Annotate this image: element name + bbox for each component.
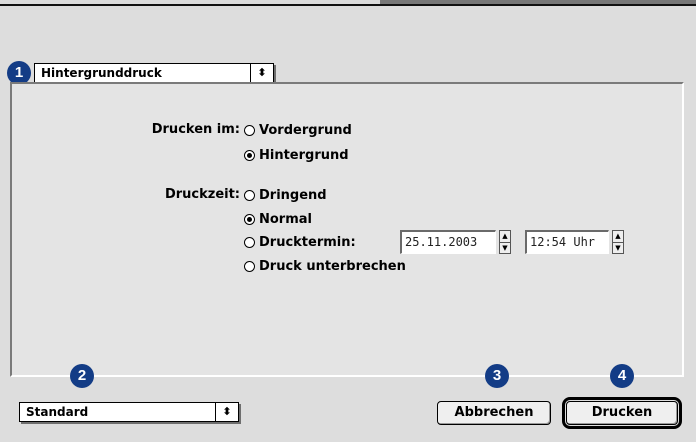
date-stepper-up-icon[interactable]: ▲	[500, 231, 510, 243]
radio-normal-label: Normal	[259, 211, 312, 227]
radio-background-dot	[244, 149, 255, 161]
radio-background[interactable]: Hintergrund	[244, 146, 349, 164]
date-stepper-down-icon[interactable]: ▼	[500, 243, 510, 254]
print-time-field[interactable]: 12:54 Uhr	[525, 230, 609, 254]
preset-popup[interactable]: Standard ⬍	[19, 402, 239, 422]
preset-popup-label: Standard	[26, 405, 89, 419]
callout-badge-3: 3	[485, 364, 509, 388]
print-button[interactable]: Drucken	[562, 397, 682, 429]
radio-pause-print[interactable]: Druck unterbrechen	[244, 257, 406, 275]
radio-normal[interactable]: Normal	[244, 210, 312, 228]
radio-pause-print-dot	[244, 260, 255, 272]
radio-urgent-label: Dringend	[259, 187, 327, 203]
time-stepper-down-icon[interactable]: ▼	[613, 243, 623, 254]
radio-foreground-label: Vordergrund	[259, 122, 352, 138]
radio-print-date-label: Drucktermin:	[259, 234, 356, 250]
print-location-label: Drucken im:	[151, 122, 240, 137]
callout-badge-2: 2	[70, 364, 94, 388]
date-stepper[interactable]: ▲ ▼	[499, 230, 511, 254]
radio-print-date-dot	[244, 236, 255, 248]
radio-urgent-dot	[244, 189, 255, 201]
time-stepper[interactable]: ▲ ▼	[612, 230, 624, 254]
radio-background-label: Hintergrund	[259, 147, 349, 163]
callout-badge-4: 4	[610, 364, 634, 388]
popup-arrows-icon: ⬍	[215, 403, 238, 421]
radio-foreground[interactable]: Vordergrund	[244, 121, 352, 139]
radio-pause-print-label: Druck unterbrechen	[259, 258, 406, 274]
cancel-button[interactable]: Abbrechen	[437, 401, 551, 425]
panel-select-label: Hintergrunddruck	[41, 66, 162, 80]
radio-print-date[interactable]: Drucktermin:	[244, 233, 356, 251]
popup-arrows-icon: ⬍	[250, 64, 273, 82]
radio-normal-dot	[244, 213, 255, 225]
print-time-label: Druckzeit:	[164, 187, 240, 202]
radio-foreground-dot	[244, 124, 255, 136]
time-stepper-up-icon[interactable]: ▲	[613, 231, 623, 243]
window-top-line	[0, 4, 696, 6]
print-date-field[interactable]: 25.11.2003	[400, 230, 496, 254]
radio-urgent[interactable]: Dringend	[244, 186, 327, 204]
panel-select-popup[interactable]: Hintergrunddruck ⬍	[34, 63, 274, 83]
